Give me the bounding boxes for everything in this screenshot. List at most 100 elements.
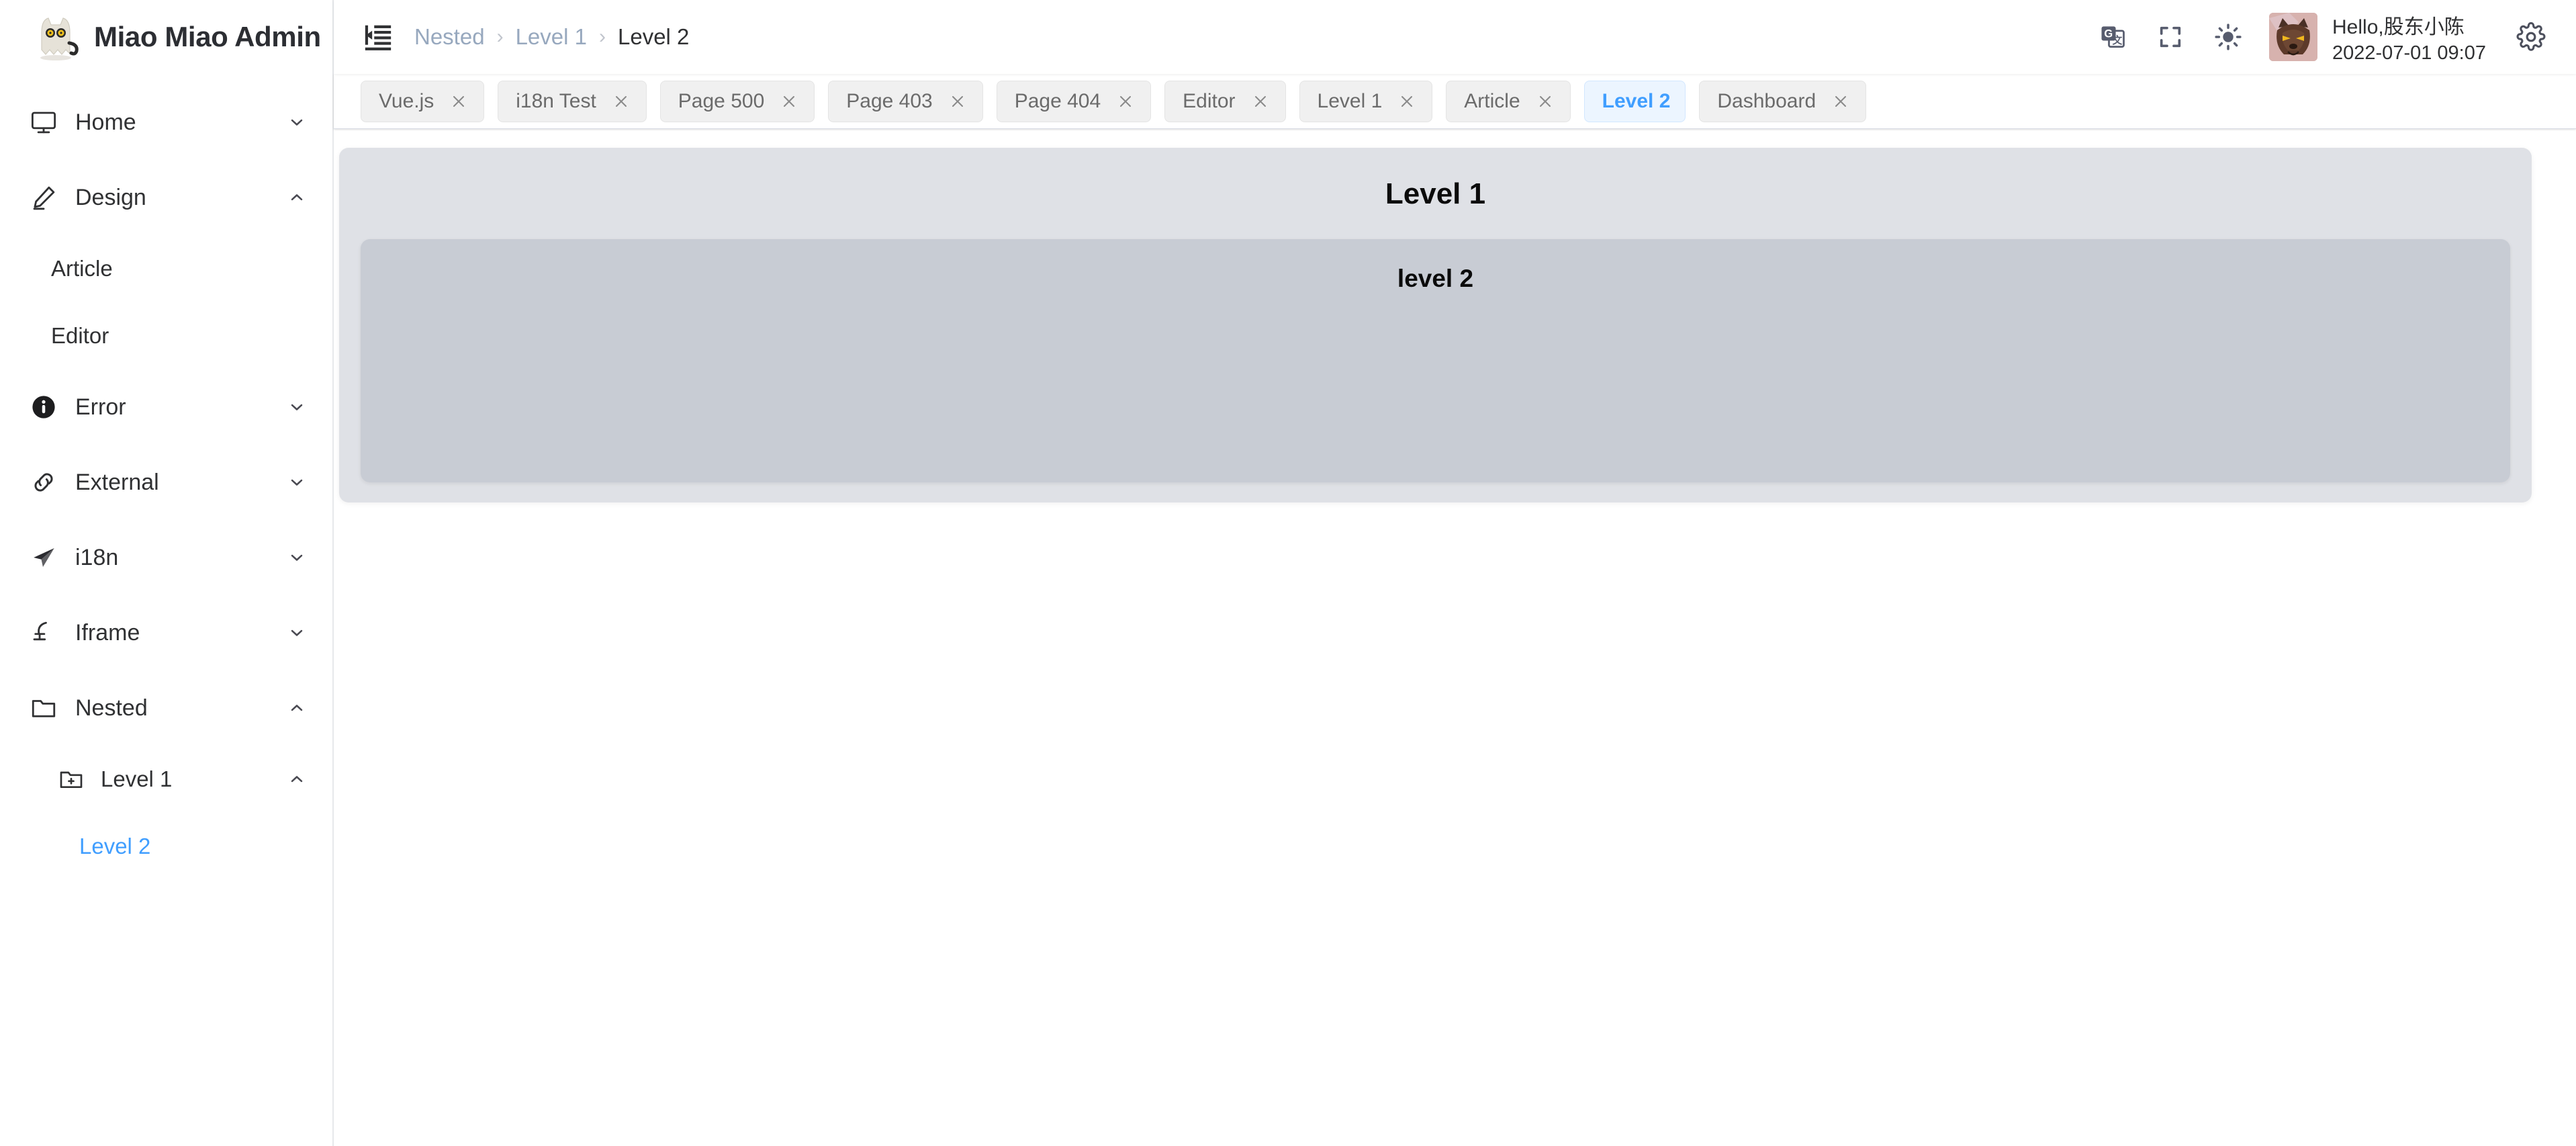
level-2-panel: level 2 bbox=[361, 239, 2510, 482]
translate-icon[interactable]: G 文 bbox=[2084, 8, 2142, 66]
sidebar-item-label: Home bbox=[75, 109, 136, 136]
sidebar-item-level-1[interactable]: Level 1 bbox=[0, 746, 332, 813]
monitor-icon bbox=[28, 107, 59, 138]
tag-label: Article bbox=[1464, 90, 1520, 113]
breadcrumb-item-level-1[interactable]: Level 1 bbox=[516, 24, 587, 50]
level-1-panel: Level 1 level 2 bbox=[339, 148, 2532, 502]
tag-label: Dashboard bbox=[1717, 90, 1816, 113]
chevron-up-icon bbox=[285, 768, 308, 791]
tag-label: Page 404 bbox=[1015, 90, 1101, 113]
gear-icon[interactable] bbox=[2502, 8, 2560, 66]
sidebar-item-level-2[interactable]: Level 2 bbox=[0, 813, 332, 880]
tag-item[interactable]: Vue.js bbox=[361, 81, 484, 122]
info-circle-icon bbox=[28, 392, 59, 423]
tag-label: Editor bbox=[1183, 90, 1235, 113]
chevron-down-icon bbox=[285, 111, 308, 134]
sidebar-item-nested[interactable]: Nested bbox=[0, 670, 332, 746]
close-icon[interactable] bbox=[1535, 91, 1555, 112]
close-icon[interactable] bbox=[1115, 91, 1136, 112]
svg-text:文: 文 bbox=[2113, 34, 2123, 46]
user-avatar bbox=[2269, 13, 2317, 61]
sidebar-item-label: i18n bbox=[75, 545, 118, 571]
user-info: Hello,股东小陈 2022-07-01 09:07 bbox=[2332, 10, 2486, 64]
folder-plus-icon bbox=[56, 764, 86, 794]
lamp-icon bbox=[28, 617, 59, 648]
sidebar-subitem-label: Editor bbox=[51, 323, 109, 349]
theme-sun-icon[interactable] bbox=[2199, 8, 2257, 66]
tag-item[interactable]: i18n Test bbox=[498, 81, 647, 122]
svg-text:G: G bbox=[2104, 28, 2113, 40]
tag-label: Level 2 bbox=[1602, 90, 1671, 113]
paper-plane-icon bbox=[28, 542, 59, 573]
sidebar-item-home[interactable]: Home bbox=[0, 85, 332, 160]
tags-view: Vue.js i18n Test Page 500 Page 403 bbox=[334, 74, 2576, 129]
tag-item[interactable]: Editor bbox=[1164, 81, 1285, 122]
chevron-down-icon bbox=[285, 396, 308, 418]
close-icon[interactable] bbox=[1831, 91, 1851, 112]
tag-item[interactable]: Page 404 bbox=[997, 81, 1151, 122]
sidebar-item-i18n[interactable]: i18n bbox=[0, 520, 332, 595]
user-greeting: Hello,股东小陈 bbox=[2332, 10, 2486, 40]
chevron-up-icon bbox=[285, 186, 308, 209]
tag-label: i18n Test bbox=[516, 90, 596, 113]
sidebar-item-error[interactable]: Error bbox=[0, 369, 332, 445]
close-icon[interactable] bbox=[449, 91, 469, 112]
sidebar-subitem-label: Article bbox=[51, 256, 113, 281]
brand[interactable]: Miao Miao Admin bbox=[0, 0, 332, 74]
sidebar-item-iframe[interactable]: Iframe bbox=[0, 595, 332, 670]
pencil-icon bbox=[28, 182, 59, 213]
folder-icon bbox=[28, 693, 59, 723]
breadcrumb-separator-icon: › bbox=[497, 26, 504, 48]
sidebar-subitem-label: Level 1 bbox=[101, 766, 172, 792]
level-1-title: Level 1 bbox=[339, 177, 2532, 211]
tag-item[interactable]: Dashboard bbox=[1699, 81, 1866, 122]
sidebar-item-article[interactable]: Article bbox=[0, 235, 332, 302]
sidebar-item-label: Iframe bbox=[75, 620, 140, 646]
tag-item[interactable]: Page 403 bbox=[828, 81, 982, 122]
sidebar-nav: Home Design Article bbox=[0, 74, 332, 880]
tag-item-active[interactable]: Level 2 bbox=[1584, 81, 1686, 122]
chevron-down-icon bbox=[285, 471, 308, 494]
sidebar-item-editor[interactable]: Editor bbox=[0, 302, 332, 369]
breadcrumb-item-level-2: Level 2 bbox=[618, 24, 689, 50]
app-root: Miao Miao Admin Home bbox=[0, 0, 2576, 1146]
brand-title: Miao Miao Admin bbox=[94, 21, 321, 53]
chevron-down-icon bbox=[285, 621, 308, 644]
collapse-sidebar-icon[interactable] bbox=[361, 19, 396, 54]
sidebar: Miao Miao Admin Home bbox=[0, 0, 334, 1146]
main-area: Nested › Level 1 › Level 2 G 文 bbox=[334, 0, 2576, 1146]
sidebar-item-label: External bbox=[75, 470, 159, 496]
tag-label: Level 1 bbox=[1318, 90, 1383, 113]
content-area: Level 1 level 2 bbox=[334, 129, 2576, 1146]
chevron-up-icon bbox=[285, 697, 308, 719]
close-icon[interactable] bbox=[1250, 91, 1271, 112]
level-2-title: level 2 bbox=[361, 265, 2510, 293]
navbar-actions: G 文 bbox=[2084, 8, 2560, 66]
sidebar-item-label: Design bbox=[75, 185, 146, 211]
close-icon[interactable] bbox=[948, 91, 968, 112]
user-datetime: 2022-07-01 09:07 bbox=[2332, 42, 2486, 64]
ghost-cat-logo-icon bbox=[31, 12, 81, 62]
tag-label: Vue.js bbox=[379, 90, 434, 113]
sidebar-subitem-label: Level 2 bbox=[79, 834, 150, 859]
close-icon[interactable] bbox=[779, 91, 799, 112]
fullscreen-icon[interactable] bbox=[2142, 8, 2199, 66]
chevron-down-icon bbox=[285, 546, 308, 569]
breadcrumb: Nested › Level 1 › Level 2 bbox=[414, 24, 689, 50]
navbar: Nested › Level 1 › Level 2 G 文 bbox=[334, 0, 2576, 74]
tag-label: Page 403 bbox=[846, 90, 932, 113]
breadcrumb-separator-icon: › bbox=[599, 26, 606, 48]
user-menu[interactable]: Hello,股东小陈 2022-07-01 09:07 bbox=[2269, 10, 2486, 64]
close-icon[interactable] bbox=[611, 91, 631, 112]
tag-item[interactable]: Page 500 bbox=[660, 81, 815, 122]
tag-label: Page 500 bbox=[678, 90, 764, 113]
sidebar-item-label: Error bbox=[75, 394, 126, 421]
sidebar-item-design[interactable]: Design bbox=[0, 160, 332, 235]
tag-item[interactable]: Article bbox=[1446, 81, 1570, 122]
sidebar-item-external[interactable]: External bbox=[0, 445, 332, 520]
breadcrumb-item-nested[interactable]: Nested bbox=[414, 24, 485, 50]
sidebar-item-label: Nested bbox=[75, 695, 148, 721]
tag-item[interactable]: Level 1 bbox=[1299, 81, 1433, 122]
link-icon bbox=[28, 467, 59, 498]
close-icon[interactable] bbox=[1397, 91, 1417, 112]
